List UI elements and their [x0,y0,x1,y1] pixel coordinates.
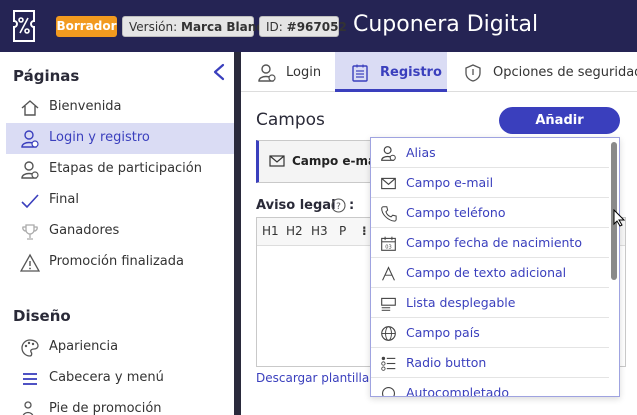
add-element-button[interactable]: Añadir elemento [499,107,620,155]
version-prefix: Versión: [129,20,178,34]
user-icon [258,64,276,82]
dropdown-item-label: Alias [406,145,436,160]
footer-icon [22,401,34,415]
dropdown-item-label: Campo teléfono [406,205,506,220]
chevron-left-icon[interactable] [211,63,227,81]
dropdown-item-alias[interactable]: Alias [371,138,609,168]
sidebar-item-label: Login y registro [49,130,150,145]
sidebar-item-final[interactable]: Final [6,185,234,216]
tab-label: Login [286,65,322,80]
pages-section-title: Páginas [13,67,80,85]
svg-text:03: 03 [385,245,391,251]
version-value: Marca Blanca [181,20,272,34]
dropdown-list-icon [381,297,396,311]
top-bar: Borrador Versión: Marca Blanca ID: #9670… [0,0,637,52]
warning-icon [20,253,40,272]
dropdown-item-select-list[interactable]: Lista desplegable [371,288,609,318]
list-icon[interactable]: ⁝ [362,224,367,238]
dropdown-item-label: Radio button [406,355,487,370]
form-icon [352,64,368,82]
home-icon [21,100,39,116]
download-template-link[interactable]: Descargar plantilla [256,371,369,385]
autocomplete-icon [381,386,396,396]
tab-label: Registro [380,65,442,80]
dropdown-item-label: Autocompletado [406,385,509,397]
sidebar-divider[interactable] [234,52,241,415]
palette-icon [21,339,39,357]
tab-label: Opciones de seguridad [493,65,637,80]
trophy-icon [22,224,38,240]
sidebar-item-label: Apariencia [49,339,119,354]
design-section-title: Diseño [13,307,71,325]
sidebar-item-login-registro[interactable]: Login y registro [6,123,234,154]
dropdown-item-country[interactable]: Campo país [371,318,609,348]
field-card-label: Campo e-mai [292,154,381,168]
version-badge: Versión: Marca Blanca [122,16,271,37]
sidebar-item-label: Cabecera y menú [49,370,164,385]
status-badge: Borrador [56,16,117,37]
legal-colon: : [349,198,355,213]
sidebar-item-ganadores[interactable]: Ganadores [6,216,234,247]
dropdown-item-label: Campo de texto adicional [406,265,567,280]
h3-button[interactable]: H3 [311,224,328,238]
id-prefix: ID: [266,20,283,34]
mail-icon [381,177,396,190]
user-icon [21,130,39,148]
tab-login[interactable]: Login [241,52,334,92]
dropdown-item-label: Campo país [406,325,480,340]
sidebar-item-bienvenida[interactable]: Bienvenida [6,92,234,123]
shield-icon [465,64,481,82]
sidebar-item-promocion-finalizada[interactable]: Promoción finalizada [6,247,234,278]
dropdown-item-additional-text[interactable]: Campo de texto adicional [371,258,609,288]
sidebar: Páginas Bienvenida Login y registro Etap… [0,52,238,415]
sidebar-item-pie[interactable]: Pie de promoción [6,394,234,415]
h2-button[interactable]: H2 [286,224,303,238]
tab-seguridad[interactable]: Opciones de seguridad [448,52,637,92]
radio-list-icon [381,356,396,371]
h1-button[interactable]: H1 [262,224,279,238]
user-icon [381,146,396,161]
dropdown-item-label: Campo fecha de nacimiento [406,235,582,250]
mail-icon [269,155,285,167]
sidebar-item-label: Final [49,192,79,207]
mouse-cursor-icon [613,209,625,227]
globe-icon [381,326,396,341]
dropdown-item-email[interactable]: Campo e-mail [371,168,609,198]
fields-title: Campos [256,110,325,130]
calendar-icon: 03 [381,236,396,251]
id-badge: ID: #967052 [259,16,347,37]
dropdown-item-birthdate[interactable]: 03 Campo fecha de nacimiento [371,228,609,258]
sidebar-item-label: Bienvenida [49,99,122,114]
sidebar-item-etapas[interactable]: Etapas de participación [6,154,234,185]
menu-icon [23,373,37,385]
id-value: #967052 [286,20,347,34]
help-icon[interactable]: ? [331,198,346,213]
sidebar-item-label: Promoción finalizada [49,254,184,269]
app-title: Cuponera Digital [353,12,539,37]
check-icon [21,194,39,209]
legal-label: Aviso legal [256,198,336,213]
svg-text:?: ? [336,202,341,212]
dropdown-item-autocomplete[interactable]: Autocompletado [371,378,609,397]
sidebar-item-label: Etapas de participación [49,161,202,176]
sidebar-item-apariencia[interactable]: Apariencia [6,332,234,363]
add-element-dropdown: Alias Campo e-mail Campo teléfono 03 Cam… [370,137,620,397]
dropdown-item-label: Lista desplegable [406,295,516,310]
sidebar-item-label: Ganadores [49,223,120,238]
tab-bar: Login Registro Opciones de seguridad [241,52,637,92]
coupon-logo-icon[interactable] [11,9,37,43]
phone-icon [381,206,397,222]
sidebar-item-label: Pie de promoción [49,401,162,415]
tab-registro[interactable]: Registro [335,52,447,92]
sidebar-item-cabecera[interactable]: Cabecera y menú [6,363,234,394]
dropdown-item-label: Campo e-mail [406,175,494,190]
paragraph-button[interactable]: P [339,224,346,238]
dropdown-item-phone[interactable]: Campo teléfono [371,198,609,228]
user-steps-icon [21,161,39,179]
text-a-icon [382,266,395,281]
dropdown-item-radio[interactable]: Radio button [371,348,609,378]
